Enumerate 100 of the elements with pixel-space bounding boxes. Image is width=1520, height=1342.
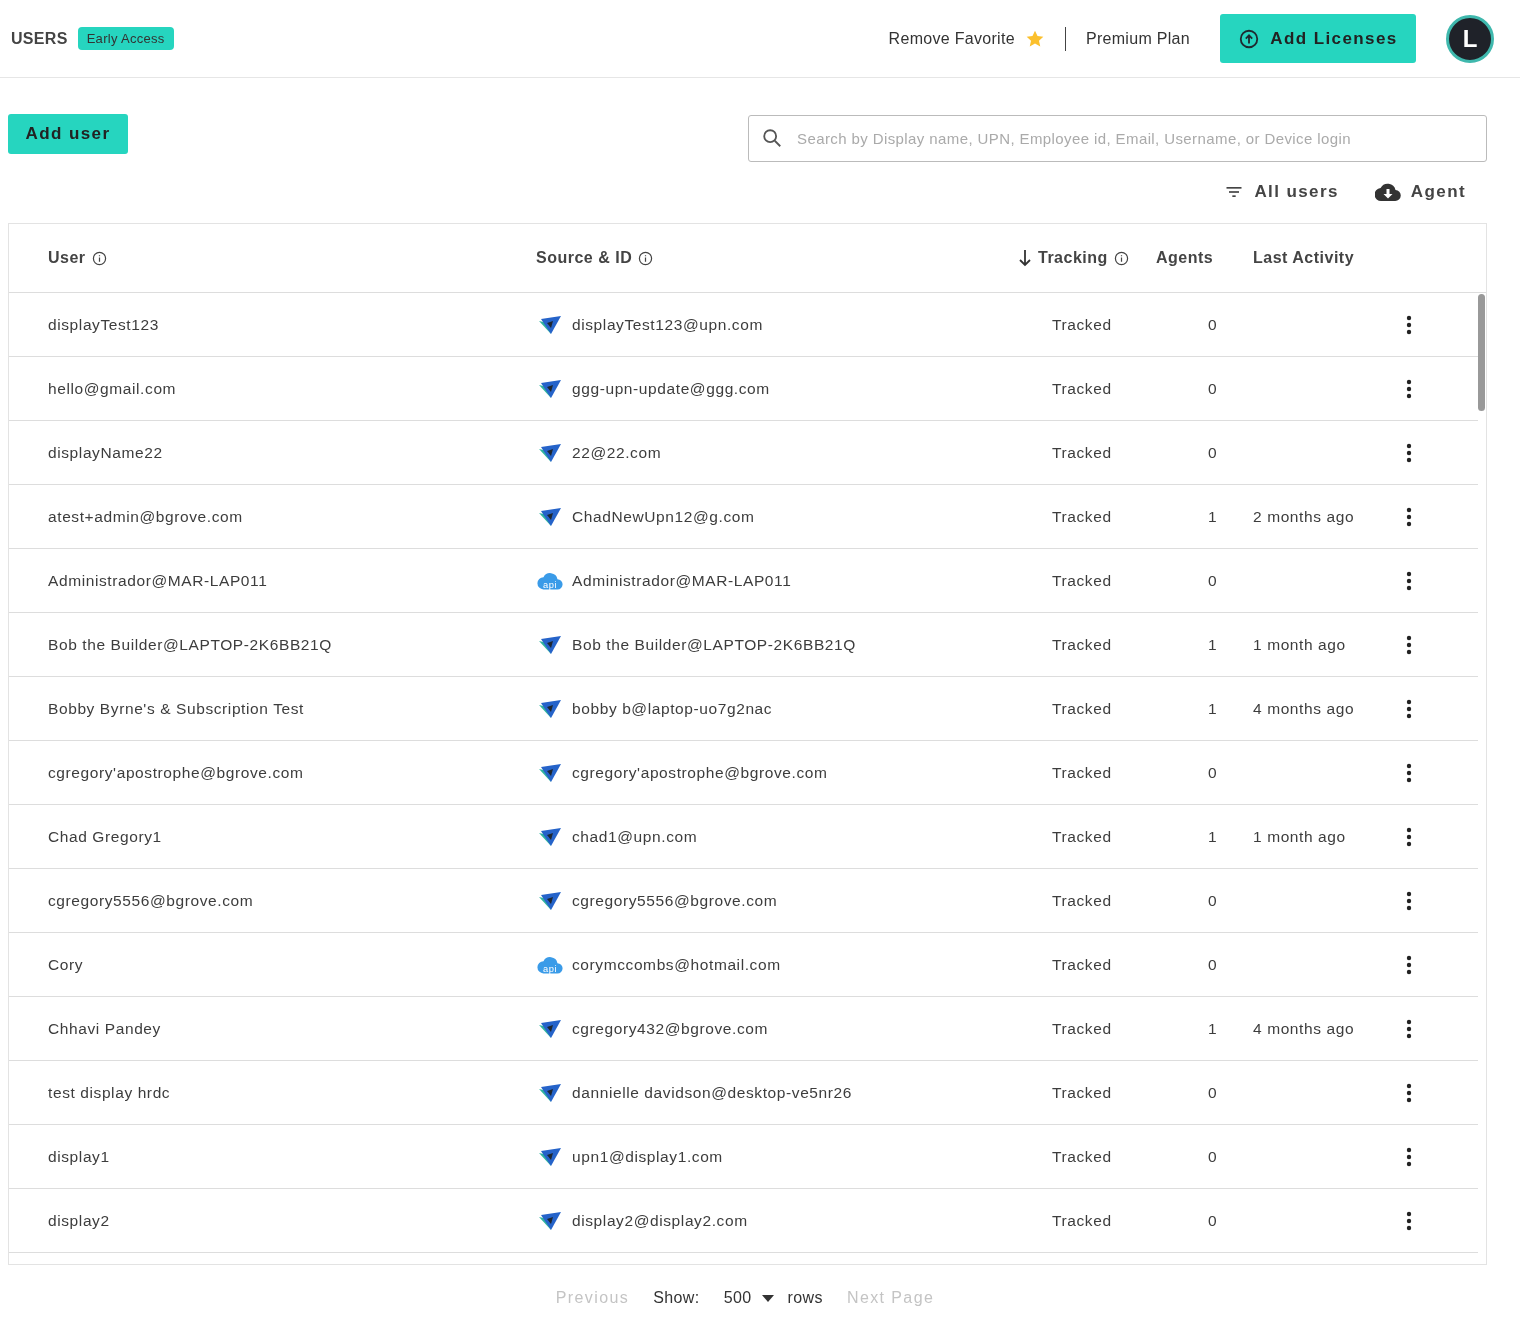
source-id: corymccombs@hotmail.com [572,955,781,974]
agent-count: 0 [1207,955,1219,974]
more-options-icon[interactable] [1406,1018,1412,1039]
tracking-status: Tracked [1051,1019,1113,1038]
more-options-icon[interactable] [1406,634,1412,655]
paper-plane-icon [536,762,564,783]
user-name: cgregory5556@bgrove.com [48,891,255,910]
source-id: displayTest123@upn.com [572,315,763,334]
paper-plane-icon [536,890,564,911]
more-options-icon[interactable] [1406,442,1412,463]
user-name: displayName22 [48,443,164,462]
source-id: upn1@display1.com [572,1147,723,1166]
user-name: display1 [48,1147,111,1166]
rows-per-page-select[interactable]: 500 [723,1289,774,1307]
agent-count: 0 [1207,1083,1219,1102]
all-users-filter-button[interactable]: All users [1224,182,1339,202]
agent-download-button[interactable]: Agent [1374,182,1466,202]
agent-count: 0 [1207,443,1219,462]
caret-icon [761,1294,774,1302]
more-options-icon[interactable] [1406,314,1412,335]
source-id: ggg-upn-update@ggg.com [572,379,770,398]
paper-plane-icon [536,698,564,719]
info-icon[interactable] [638,250,654,266]
agent-count: 0 [1207,1147,1219,1166]
last-activity: 1 month ago [1253,635,1346,653]
more-options-icon[interactable] [1406,698,1412,719]
source-id: cgregory'apostrophe@bgrove.com [572,763,828,782]
add-licenses-button[interactable]: Add Licenses [1220,14,1416,63]
last-activity: 4 months ago [1253,1019,1355,1037]
paper-plane-icon [536,314,564,335]
tracking-status: Tracked [1051,763,1113,782]
more-options-icon[interactable] [1406,826,1412,847]
more-options-icon[interactable] [1406,762,1412,783]
rows-label: rows [787,1289,823,1307]
column-header[interactable]: Source & ID [536,249,1016,267]
user-name: hello@gmail.com [48,379,178,398]
paper-plane-icon [536,826,564,847]
user-name: Chad Gregory1 [48,827,163,846]
more-options-icon[interactable] [1406,1210,1412,1231]
more-options-icon[interactable] [1406,890,1412,911]
more-options-icon[interactable] [1406,570,1412,591]
more-options-icon[interactable] [1406,1146,1412,1167]
more-options-icon[interactable] [1406,378,1412,399]
info-icon[interactable] [1113,250,1129,266]
source-id: ChadNewUpn12@g.com [572,507,755,526]
agent-count: 1 [1207,1019,1219,1038]
early-access-badge: Early Access [77,27,174,50]
search-field[interactable]: Search by Display name, UPN, Employee id, Email, Username, or Device login [748,115,1487,162]
column-header[interactable]: Last Activity [1253,249,1388,267]
agent-count: 0 [1207,315,1219,334]
paper-plane-icon [536,1018,564,1039]
paper-plane-icon [536,442,564,463]
more-options-icon[interactable] [1406,954,1412,975]
user-name: Bob the Builder@LAPTOP-2K6BB21Q [48,635,333,654]
tracking-status: Tracked [1051,1147,1113,1166]
agent-count: 1 [1207,635,1219,654]
more-options-icon[interactable] [1406,1082,1412,1103]
agent-count: 0 [1207,763,1219,782]
user-name: Bobby Byrne's & Subscription Test [48,699,305,718]
tracking-status: Tracked [1051,443,1113,462]
source-id: display2@display2.com [572,1211,748,1230]
user-name: Chhavi Pandey [48,1019,162,1038]
last-activity: 4 months ago [1253,699,1355,717]
tracking-status: Tracked [1051,1083,1113,1102]
agent-count: 0 [1207,1211,1219,1230]
tracking-status: Tracked [1051,379,1113,398]
user-name: atest+admin@bgrove.com [48,507,244,526]
api-cloud-icon: api [536,954,564,975]
paper-plane-icon [536,1210,564,1231]
source-id: cgregory5556@bgrove.com [572,891,778,910]
tracking-status: Tracked [1051,635,1113,654]
scrollbar-thumb[interactable] [1478,294,1485,411]
column-header[interactable]: User [48,249,536,267]
source-id: chad1@upn.com [572,827,698,846]
api-cloud-icon: api [536,570,564,591]
info-icon[interactable] [91,250,107,266]
user-name: displayTest123 [48,315,160,334]
user-name: test display hrdc [48,1083,172,1102]
source-id: bobby b@laptop-uo7g2nac [572,699,773,718]
source-id: dannielle davidson@desktop-ve5nr26 [572,1083,852,1102]
agent-count: 1 [1207,827,1219,846]
remove-favorite-button[interactable]: Remove Favorite [888,28,1045,49]
agent-count: 1 [1207,507,1219,526]
tracking-status: Tracked [1051,1211,1113,1230]
tracking-status: Tracked [1051,827,1113,846]
user-avatar[interactable]: L [1446,14,1494,63]
paper-plane-icon [536,634,564,655]
agent-count: 0 [1207,571,1219,590]
tracking-status: Tracked [1051,955,1113,974]
add-user-button[interactable]: Add user [8,114,128,154]
last-activity: 1 month ago [1253,827,1346,845]
search-icon [761,127,783,149]
more-options-icon[interactable] [1406,506,1412,527]
source-id: 22@22.com [572,443,662,462]
last-activity: 2 months ago [1253,507,1355,525]
tracking-status: Tracked [1051,891,1113,910]
paper-plane-icon [536,1146,564,1167]
column-header[interactable]: Agents [1156,249,1253,267]
column-header[interactable]: Tracking [1016,249,1156,267]
agent-count: 1 [1207,699,1219,718]
